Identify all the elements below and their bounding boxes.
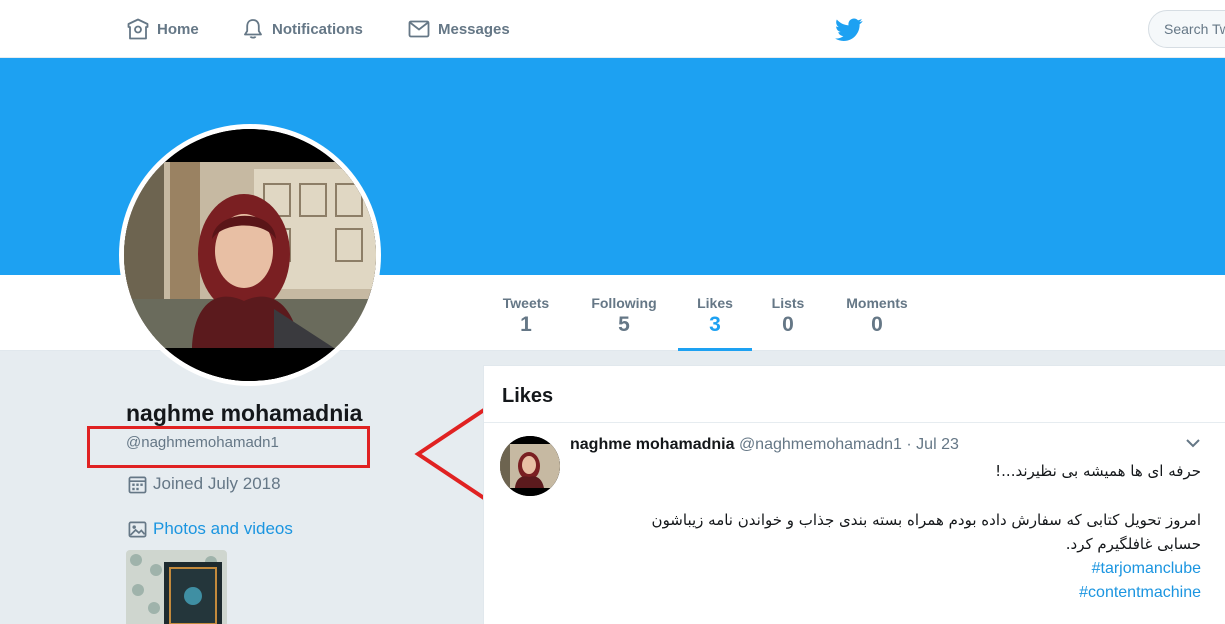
nav-notifications-label: Notifications <box>272 20 363 38</box>
avatar[interactable] <box>124 129 376 381</box>
media-thumbnail[interactable] <box>126 550 227 624</box>
tweet-meta[interactable]: @naghmemohamadn1 · Jul 23 <box>739 436 959 453</box>
tweet-text-line: حسابی غافلگیرم کرد. <box>1065 535 1201 553</box>
twitter-bird-icon[interactable] <box>835 18 863 47</box>
tweet-text: حرفه ای ها همیشه بی نظیرند...! امروز تحو… <box>561 459 1201 606</box>
nav-home-label: Home <box>157 20 199 38</box>
stat-moments[interactable]: Moments 0 <box>842 295 912 337</box>
tweet-author-avatar[interactable] <box>500 436 560 496</box>
stat-likes-label: Likes <box>697 295 733 311</box>
stat-tweets[interactable]: Tweets 1 <box>501 295 551 337</box>
stat-tweets-value: 1 <box>520 313 532 336</box>
home-icon <box>127 18 149 40</box>
tweet-text-line: حرفه ای ها همیشه بی نظیرند...! <box>995 462 1201 480</box>
tweet-header: naghme mohamadnia @naghmemohamadn1 · Jul… <box>570 436 959 454</box>
calendar-icon <box>128 476 147 493</box>
bell-icon <box>244 19 262 39</box>
stat-tweets-label: Tweets <box>502 295 550 311</box>
top-navigation: Home Notifications Messages Search Tw <box>0 0 1225 58</box>
tweet-text-line: امروز تحویل کتابی که سفارش داده بودم همر… <box>651 510 1201 529</box>
nav-home[interactable]: Home <box>126 0 199 58</box>
active-tab-underline <box>678 348 752 351</box>
stat-following[interactable]: Following 5 <box>589 295 659 337</box>
profile-name: naghme mohamadnia <box>126 400 363 426</box>
annotation-highlight-box <box>87 426 370 468</box>
hashtag-link[interactable]: #tarjomanclube <box>561 557 1201 582</box>
search-placeholder: Search Tw <box>1164 21 1225 37</box>
profile-joined: Joined July 2018 <box>128 474 281 494</box>
nav-messages-label: Messages <box>438 20 510 38</box>
profile-joined-label: Joined July 2018 <box>153 474 281 493</box>
timeline-header: Likes <box>484 366 1225 423</box>
stat-moments-label: Moments <box>846 295 908 311</box>
photos-videos-label: Photos and videos <box>153 519 293 538</box>
nav-messages[interactable]: Messages <box>407 0 510 58</box>
hashtag-link[interactable]: #contentmachine <box>561 581 1201 606</box>
stat-lists[interactable]: Lists 0 <box>768 295 808 337</box>
stat-likes-value: 3 <box>709 313 721 336</box>
stat-lists-value: 0 <box>782 313 794 336</box>
likes-timeline: Likes naghme mohamadnia @naghmemohamadn1… <box>483 365 1225 624</box>
image-icon <box>128 521 147 537</box>
stat-moments-value: 0 <box>871 313 883 336</box>
chevron-down-icon[interactable] <box>1184 436 1202 450</box>
photos-videos-link[interactable]: Photos and videos <box>128 519 293 539</box>
nav-notifications[interactable]: Notifications <box>241 0 363 58</box>
search-input[interactable]: Search Tw <box>1148 10 1225 48</box>
tweet-author-name[interactable]: naghme mohamadnia <box>570 436 734 453</box>
stat-lists-label: Lists <box>771 295 805 311</box>
stat-likes[interactable]: Likes 3 <box>695 295 735 337</box>
envelope-icon <box>408 20 430 38</box>
tweet-text-gap <box>561 484 1201 508</box>
stat-following-label: Following <box>591 295 657 311</box>
timeline-title: Likes <box>502 385 554 407</box>
stat-following-value: 5 <box>618 313 630 336</box>
